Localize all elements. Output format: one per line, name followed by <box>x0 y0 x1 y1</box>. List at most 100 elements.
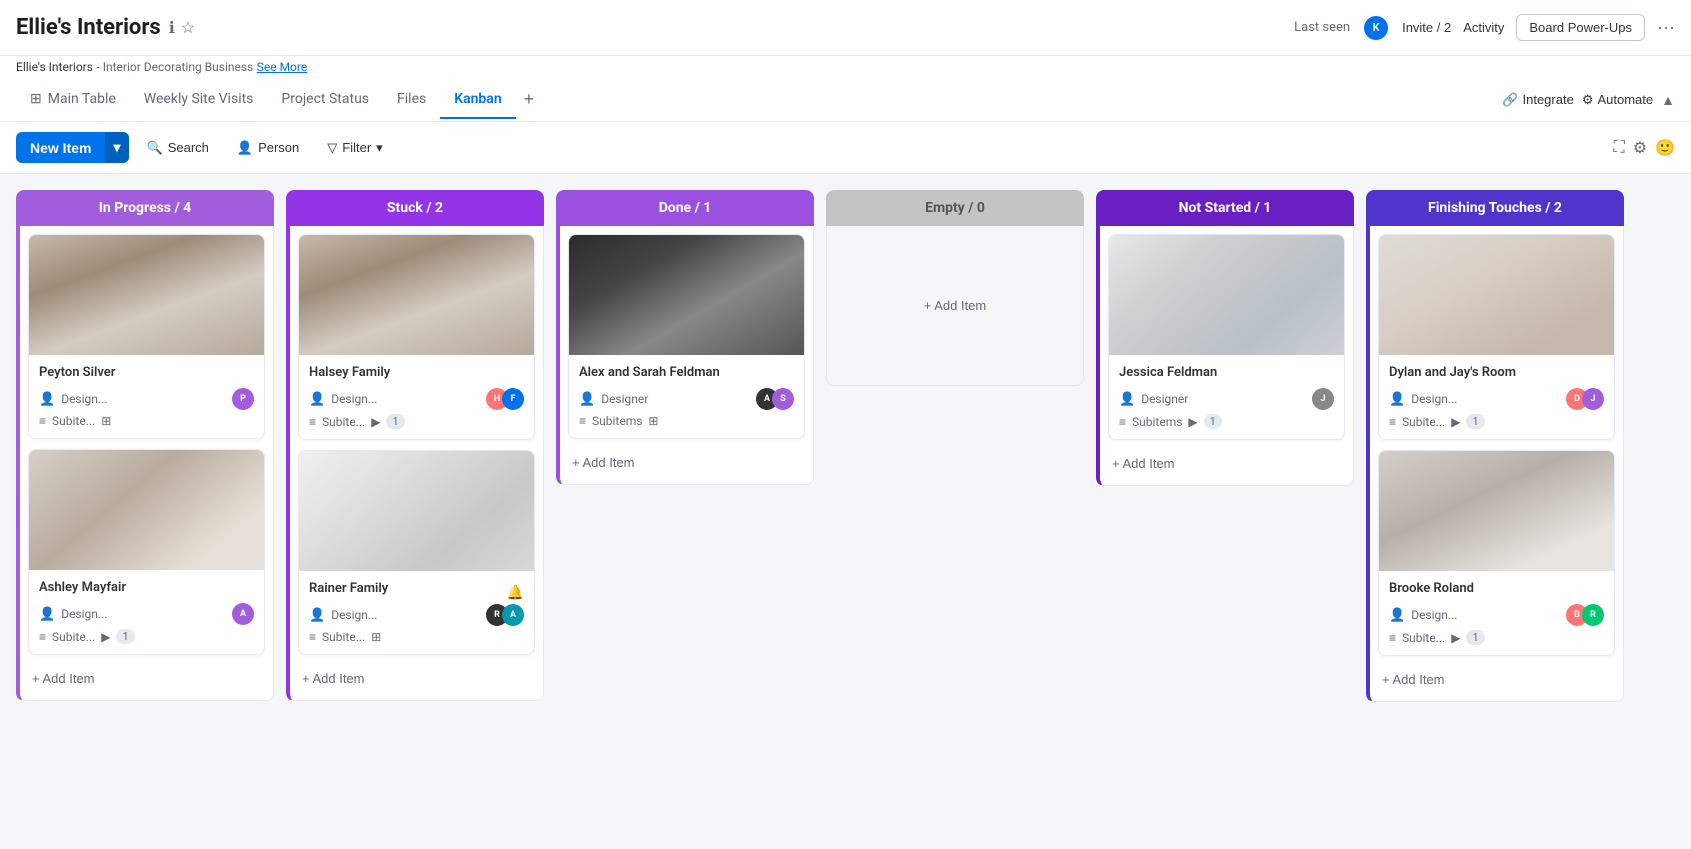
column-stuck: Stuck / 2 Halsey Family 👤 Design... H F <box>286 190 544 701</box>
card-peyton-content: Peyton Silver 👤 Design... P ≡ Subite... … <box>29 355 264 438</box>
card-ashley-subitems-label: Subite... <box>52 630 95 644</box>
card-halsey-family: Halsey Family 👤 Design... H F ≡ Subite..… <box>298 234 535 440</box>
card-halsey-avatars: H F <box>486 388 524 410</box>
column-in-progress: In Progress / 4 Peyton Silver 👤 Design..… <box>16 190 274 701</box>
card-jessica-avatar: J <box>1312 388 1334 410</box>
add-item-finishing[interactable]: + Add Item <box>1378 666 1615 693</box>
card-halsey-design-field: 👤 Design... H F <box>309 388 524 410</box>
card-brooke-subitems-label: Subite... <box>1402 631 1445 645</box>
card-brooke-title: Brooke Roland <box>1389 581 1604 596</box>
card-peyton-title: Peyton Silver <box>39 365 254 380</box>
add-tab-button[interactable]: + <box>516 89 543 110</box>
bell-icon: 🔔 <box>507 585 524 601</box>
expand-icon[interactable]: ⛶ <box>1614 138 1625 158</box>
card-ashley-mayfair: Ashley Mayfair 👤 Design... A ≡ Subite...… <box>28 449 265 655</box>
person-button[interactable]: 👤 Person <box>227 134 309 162</box>
card-dylan-design-label: Design... <box>1411 392 1560 406</box>
kanban-board: In Progress / 4 Peyton Silver 👤 Design..… <box>0 174 1691 803</box>
card-rainer-header-row: Rainer Family 🔔 <box>309 581 524 604</box>
card-halsey-avatar2: F <box>502 388 524 410</box>
add-item-stuck[interactable]: + Add Item <box>298 665 535 692</box>
card-ashley-design-label: Design... <box>61 607 226 621</box>
person-icon: 👤 <box>237 140 253 156</box>
tab-weekly-site-visits[interactable]: Weekly Site Visits <box>130 81 268 119</box>
tab-kanban-label: Kanban <box>454 91 501 107</box>
tabs-right: 🔗 Integrate ⚙ Automate ▲ <box>1502 92 1675 108</box>
person-field-icon6: 👤 <box>1119 392 1135 407</box>
column-not-started: Not Started / 1 Jessica Feldman 👤 Design… <box>1096 190 1354 486</box>
new-item-arrow-icon[interactable]: ▾ <box>105 132 128 163</box>
person-field-icon4: 👤 <box>309 608 325 623</box>
expand-icon2[interactable]: ▶ <box>101 630 110 644</box>
tab-main-table[interactable]: ⊞ Main Table <box>16 81 130 119</box>
app-title: Ellie's Interiors <box>16 15 161 40</box>
avatar-k: K <box>1362 14 1390 42</box>
star-icon[interactable]: ☆ <box>181 18 195 38</box>
subitems-icon2: ≡ <box>39 630 46 644</box>
card-peyton-image <box>29 235 264 355</box>
integrate-button[interactable]: 🔗 Integrate <box>1502 92 1574 108</box>
add-item-empty[interactable]: + Add Item <box>835 292 1075 319</box>
expand-icon6[interactable]: ▶ <box>1451 631 1460 645</box>
card-brooke-image <box>1379 451 1614 571</box>
filter-icon: ▽ <box>327 140 337 156</box>
card-jessica-design-label: Designer <box>1141 392 1306 406</box>
subitems-icon5: ≡ <box>579 414 586 428</box>
subitems-count-badge: 1 <box>116 629 134 644</box>
add-item-in-progress[interactable]: + Add Item <box>28 665 265 692</box>
see-more-link[interactable]: See More <box>257 60 307 74</box>
card-rainer-avatars: R A <box>486 604 524 626</box>
activity-button[interactable]: Activity <box>1463 20 1504 35</box>
card-jessica-subitems-label: Subitems <box>1132 415 1182 429</box>
tab-files[interactable]: Files <box>383 81 440 119</box>
toolbar-right: ⛶ ⚙ 🙂 <box>1614 138 1675 158</box>
toolbar: New Item ▾ 🔍 Search 👤 Person ▽ Filter ▾ … <box>0 122 1691 174</box>
card-peyton-subitems-label: Subite... <box>52 414 95 428</box>
info-icon[interactable]: ℹ <box>169 18 175 38</box>
avatar-group: K <box>1362 14 1390 42</box>
home-icon: ⊞ <box>30 91 42 107</box>
new-item-button[interactable]: New Item ▾ <box>16 132 129 163</box>
card-alex-title: Alex and Sarah Feldman <box>579 365 794 380</box>
card-peyton-subitems: ≡ Subite... ⊞ <box>39 414 254 428</box>
search-button[interactable]: 🔍 Search <box>137 134 219 162</box>
column-done-body: Alex and Sarah Feldman 👤 Designer A S ≡ … <box>556 226 814 485</box>
add-item-not-started[interactable]: + Add Item <box>1108 450 1345 477</box>
card-jessica-subitems: ≡ Subitems ▶ 1 <box>1119 414 1334 429</box>
tab-main-table-label: Main Table <box>48 91 116 107</box>
brooke-subitems-count: 1 <box>1466 630 1484 645</box>
expand-icon5[interactable]: ▶ <box>1451 415 1460 429</box>
card-rainer-subitems: ≡ Subite... ⊞ <box>309 630 524 644</box>
card-brooke-roland: Brooke Roland 👤 Design... B R ≡ Subite..… <box>1378 450 1615 656</box>
card-dylan-image <box>1379 235 1614 355</box>
automate-button[interactable]: ⚙ Automate <box>1582 92 1653 108</box>
more-options-button[interactable]: ··· <box>1657 17 1675 38</box>
tab-kanban[interactable]: Kanban <box>440 81 515 119</box>
add-item-done[interactable]: + Add Item <box>568 449 805 476</box>
collapse-button[interactable]: ▲ <box>1661 92 1675 108</box>
card-jessica-content: Jessica Feldman 👤 Designer J ≡ Subitems … <box>1109 355 1344 439</box>
board-power-ups-button[interactable]: Board Power-Ups <box>1516 14 1645 41</box>
subitems-icon4: ≡ <box>309 630 316 644</box>
subitems-grid-icon2: ⊞ <box>371 630 381 644</box>
emoji-icon[interactable]: 🙂 <box>1655 138 1675 158</box>
subitems-icon6: ≡ <box>1119 415 1126 429</box>
expand-icon3[interactable]: ▶ <box>371 415 380 429</box>
column-done-header: Done / 1 <box>556 190 814 226</box>
column-in-progress-body: Peyton Silver 👤 Design... P ≡ Subite... … <box>16 226 274 701</box>
tab-weekly-label: Weekly Site Visits <box>144 91 254 107</box>
person-field-icon3: 👤 <box>309 392 325 407</box>
filter-button[interactable]: ▽ Filter ▾ <box>317 134 392 162</box>
card-brooke-design-field: 👤 Design... B R <box>1389 604 1604 626</box>
invite-button[interactable]: Invite / 2 <box>1402 20 1451 35</box>
column-done: Done / 1 Alex and Sarah Feldman 👤 Design… <box>556 190 814 485</box>
card-dylan-jays-room: Dylan and Jay's Room 👤 Design... D J ≡ S… <box>1378 234 1615 440</box>
last-seen-label: Last seen <box>1294 20 1350 35</box>
expand-icon4[interactable]: ▶ <box>1188 415 1197 429</box>
card-dylan-design-field: 👤 Design... D J <box>1389 388 1604 410</box>
settings-icon[interactable]: ⚙ <box>1633 138 1647 158</box>
person-field-icon5: 👤 <box>579 392 595 407</box>
card-brooke-subitems: ≡ Subite... ▶ 1 <box>1389 630 1604 645</box>
card-rainer-family: Rainer Family 🔔 👤 Design... R A ≡ Subite <box>298 450 535 655</box>
tab-project-status[interactable]: Project Status <box>267 81 383 119</box>
